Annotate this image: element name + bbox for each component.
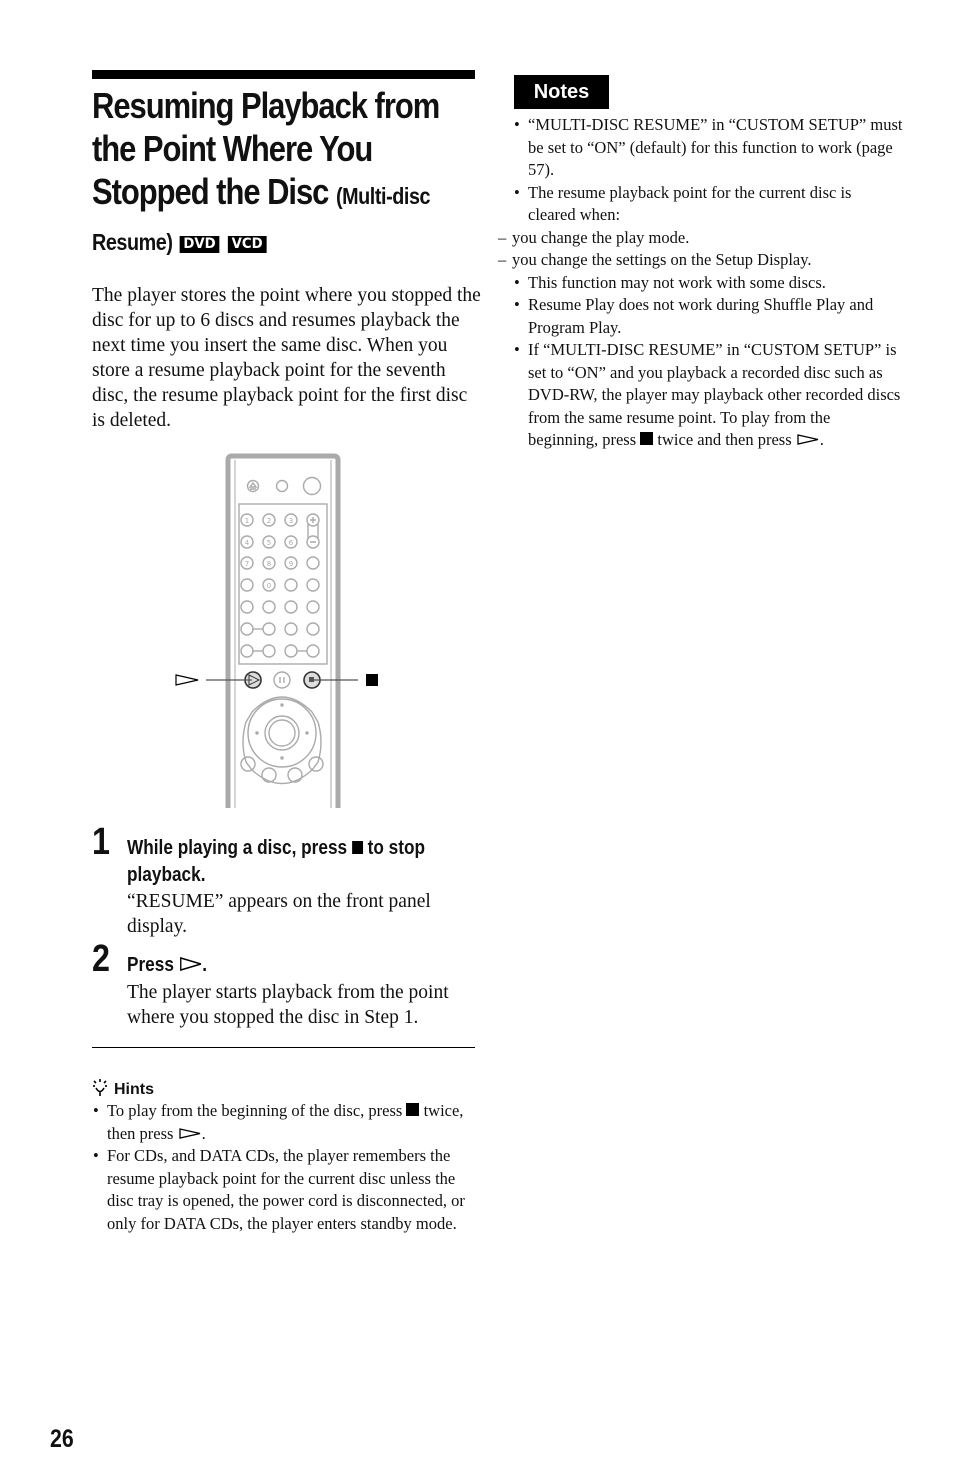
note-item: Resume Play does not work during Shuffle… xyxy=(513,294,903,339)
title-subtitle-b: Resume) xyxy=(92,229,173,255)
intro-paragraph: The player stores the point where you st… xyxy=(92,285,481,431)
step-1-number: 1 xyxy=(92,821,110,863)
page-title: Resuming Playback from the Point Where Y… xyxy=(92,84,440,266)
note-item: The resume playback point for the curren… xyxy=(513,182,903,227)
play-icon xyxy=(178,1127,200,1139)
svg-text:4: 4 xyxy=(245,539,250,547)
play-icon xyxy=(797,434,818,445)
hints-list: To play from the beginning of the disc, … xyxy=(92,1100,477,1235)
hints-title: Hints xyxy=(114,1081,154,1098)
stop-callout xyxy=(312,674,378,686)
note-subitem: you change the settings on the Setup Dis… xyxy=(498,249,903,272)
step-1-heading-a: While playing a disc, press xyxy=(127,836,348,859)
notes-heading: Notes xyxy=(514,75,609,109)
lightbulb-icon xyxy=(93,1079,107,1096)
dvd-badge: DVD xyxy=(179,236,220,253)
step-2-heading: Press . xyxy=(127,951,455,978)
stop-icon xyxy=(640,432,654,445)
step-2-heading-b: . xyxy=(202,953,208,976)
step-2-heading-a: Press xyxy=(127,953,174,976)
stop-icon xyxy=(351,841,363,854)
page-number: 26 xyxy=(50,1425,74,1453)
title-rule xyxy=(92,70,475,79)
remote-control-illustration: 1 2 3 4 5 6 7 8 9 0 xyxy=(175,453,378,808)
title-line-4: Resume) DVD VCD xyxy=(92,218,436,266)
notes-list: “MULTI-DISC RESUME” in “CUSTOM SETUP” mu… xyxy=(498,114,903,452)
step-1-body: “RESUME” appears on the front panel disp… xyxy=(127,891,431,937)
note-item: If “MULTI-DISC RESUME” in “CUSTOM SETUP”… xyxy=(513,339,903,452)
title-line-3-text: Stopped the Disc xyxy=(92,171,329,212)
hints-heading: Hints xyxy=(92,1078,154,1100)
svg-text:2: 2 xyxy=(267,517,271,525)
svg-text:9: 9 xyxy=(289,560,293,568)
hint-item: To play from the beginning of the disc, … xyxy=(92,1100,477,1145)
svg-text:8: 8 xyxy=(267,560,271,568)
title-line-2: the Point Where You xyxy=(92,128,373,169)
step-2-body: The player starts playback from the poin… xyxy=(127,982,449,1028)
stop-icon xyxy=(366,674,378,686)
title-subtitle-a: (Multi-disc xyxy=(335,183,431,209)
section-divider xyxy=(92,1047,475,1048)
vcd-badge: VCD xyxy=(227,236,267,253)
svg-text:1: 1 xyxy=(245,517,249,525)
step-1-heading: While playing a disc, press to stop play… xyxy=(127,834,455,888)
step-2-number: 2 xyxy=(92,938,110,980)
svg-text:3: 3 xyxy=(289,517,293,525)
svg-text:6: 6 xyxy=(289,539,294,547)
svg-text:0: 0 xyxy=(267,582,271,590)
note-item: This function may not work with some dis… xyxy=(513,272,903,295)
title-line-1: Resuming Playback from xyxy=(92,85,440,126)
svg-text:5: 5 xyxy=(267,539,271,547)
title-line-3: Stopped the Disc (Multi-disc xyxy=(92,170,436,218)
note-subitem: you change the play mode. xyxy=(498,227,903,250)
play-icon xyxy=(175,674,199,686)
stop-icon xyxy=(406,1103,420,1116)
play-icon xyxy=(179,956,201,972)
hint-item: For CDs, and DATA CDs, the player rememb… xyxy=(92,1145,477,1235)
play-callout xyxy=(175,674,252,686)
svg-text:7: 7 xyxy=(245,560,249,568)
note-item: “MULTI-DISC RESUME” in “CUSTOM SETUP” mu… xyxy=(513,114,903,182)
